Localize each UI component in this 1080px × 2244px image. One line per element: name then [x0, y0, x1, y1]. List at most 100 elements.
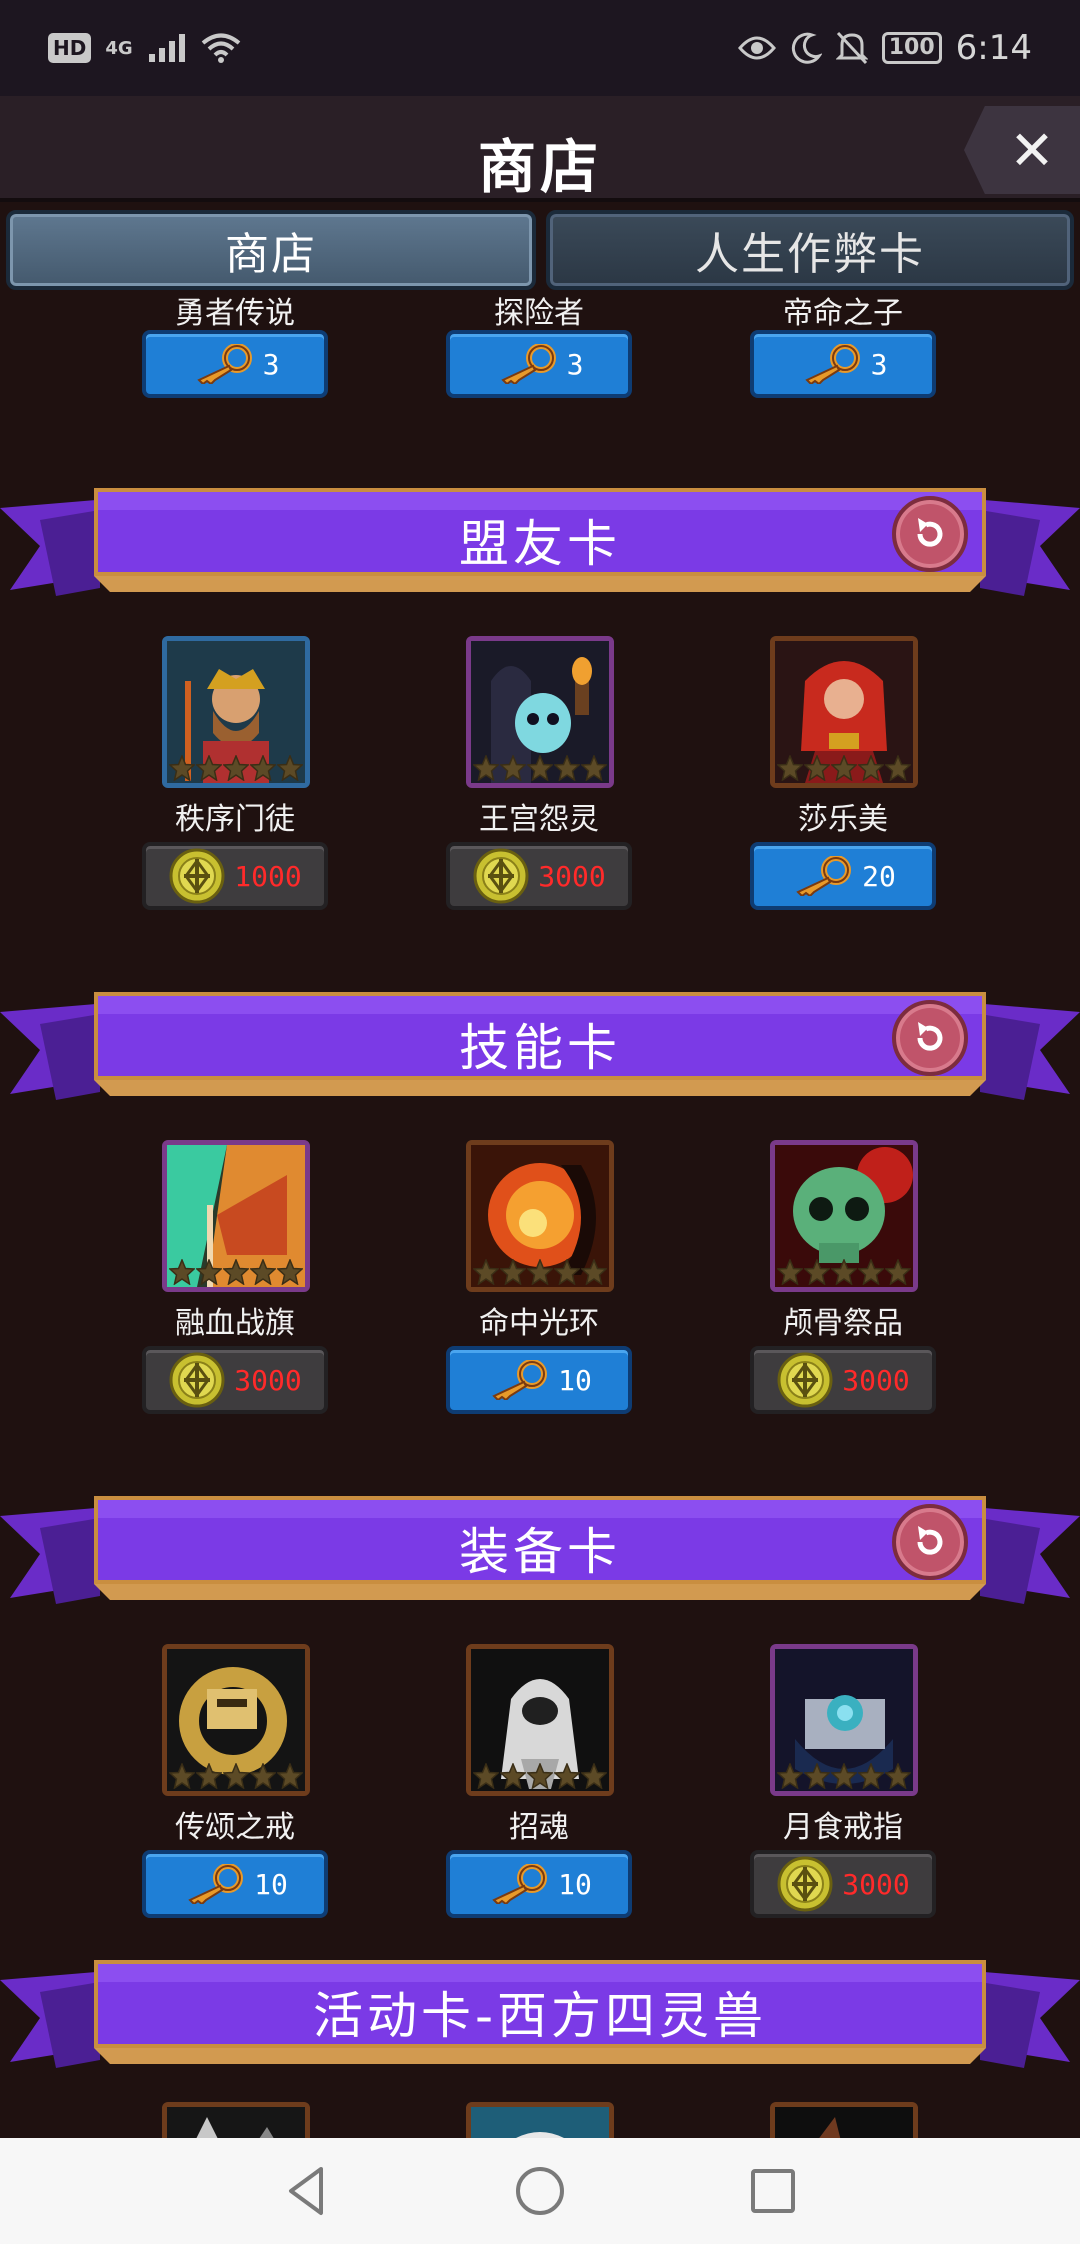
- price-value: 3000: [842, 1867, 910, 1901]
- coin-icon: [169, 1352, 226, 1408]
- card-item[interactable]: 传颂之戒 10: [140, 1644, 330, 1924]
- price-button-coin[interactable]: 3000: [446, 842, 632, 910]
- star-icon: [804, 1259, 830, 1285]
- price-button-key[interactable]: 3: [750, 330, 936, 398]
- price-button-coin[interactable]: 3000: [142, 1346, 328, 1414]
- star-icon: [831, 1763, 857, 1789]
- star-icon: [777, 755, 803, 781]
- card-image[interactable]: [466, 2102, 614, 2138]
- card-item[interactable]: 颅骨祭品 3000: [748, 1140, 938, 1420]
- price-button-key[interactable]: 10: [446, 1850, 632, 1918]
- key-icon: [799, 344, 863, 384]
- star-icon: [473, 755, 499, 781]
- star-rating: [473, 1259, 607, 1285]
- section-banner-equipment: 装备卡: [0, 1488, 1080, 1628]
- coin-icon: [777, 1856, 834, 1912]
- star-icon: [581, 1763, 607, 1789]
- recents-icon[interactable]: [743, 2161, 803, 2221]
- refresh-button[interactable]: [892, 1504, 968, 1580]
- card-name: 融血战旗: [175, 1306, 295, 1341]
- refresh-button[interactable]: [892, 1000, 968, 1076]
- price-button-key[interactable]: 10: [446, 1346, 632, 1414]
- coin-icon: [169, 848, 226, 904]
- card-image[interactable]: [770, 2102, 918, 2138]
- back-icon[interactable]: [277, 2161, 337, 2221]
- star-icon: [527, 755, 553, 781]
- star-icon: [196, 1763, 222, 1789]
- star-icon: [169, 1259, 195, 1285]
- star-icon: [500, 755, 526, 781]
- card-item[interactable]: 月食戒指 3000: [748, 1644, 938, 1924]
- card-name: 王宫怨灵: [479, 802, 599, 837]
- card-name: 探险者: [494, 296, 584, 331]
- card-image: [770, 1140, 918, 1292]
- star-icon: [277, 755, 303, 781]
- star-icon: [581, 1259, 607, 1285]
- tab-life-cheat-card[interactable]: 人生作弊卡: [546, 210, 1074, 290]
- price-button-coin[interactable]: 3000: [750, 1850, 936, 1918]
- star-icon: [169, 1763, 195, 1789]
- star-icon: [527, 1763, 553, 1789]
- card-name: 勇者传说: [175, 296, 295, 331]
- star-icon: [500, 1763, 526, 1789]
- key-icon: [486, 1864, 550, 1904]
- price-value: 3: [262, 347, 280, 381]
- card-item[interactable]: 命中光环 10: [444, 1140, 634, 1420]
- price-button-key[interactable]: 3: [446, 330, 632, 398]
- close-button[interactable]: ✕: [964, 106, 1080, 194]
- price-value: 1000: [234, 859, 302, 893]
- eye-icon: [737, 36, 776, 60]
- page-title: 商店: [477, 133, 602, 201]
- card-item[interactable]: 王宫怨灵 3000: [444, 636, 634, 916]
- star-rating: [473, 755, 607, 781]
- shop-content[interactable]: 勇者传说 探险者 帝命之子 3 3 3 盟友卡 秩序门徒 1000 王宫怨灵 3…: [0, 296, 1080, 2138]
- price-button-key[interactable]: 20: [750, 842, 936, 910]
- price-value: 3: [870, 347, 888, 381]
- price-button-key[interactable]: 3: [142, 330, 328, 398]
- star-rating: [169, 1763, 303, 1789]
- card-image[interactable]: [162, 2102, 310, 2138]
- star-icon: [804, 755, 830, 781]
- refresh-button[interactable]: [892, 496, 968, 572]
- card-image: [162, 636, 310, 788]
- hd-indicator: HD: [48, 33, 92, 63]
- star-rating: [169, 755, 303, 781]
- price-button-key[interactable]: 10: [142, 1850, 328, 1918]
- tab-shop[interactable]: 商店: [6, 210, 536, 290]
- card-image: [466, 1140, 614, 1292]
- tab-bar: 商店 人生作弊卡: [0, 206, 1080, 296]
- card-item[interactable]: 莎乐美 20: [748, 636, 938, 916]
- refresh-icon: [908, 1016, 952, 1060]
- close-icon: ✕: [1009, 118, 1055, 182]
- star-icon: [196, 755, 222, 781]
- card-image: [162, 1644, 310, 1796]
- home-icon[interactable]: [510, 2161, 570, 2221]
- star-icon: [777, 1259, 803, 1285]
- card-item[interactable]: 融血战旗 3000: [140, 1140, 330, 1420]
- star-icon: [473, 1763, 499, 1789]
- card-name: 月食戒指: [783, 1810, 903, 1845]
- price-button-coin[interactable]: 1000: [142, 842, 328, 910]
- star-icon: [277, 1259, 303, 1285]
- card-item[interactable]: 招魂 10: [444, 1644, 634, 1924]
- price-button-coin[interactable]: 3000: [750, 1346, 936, 1414]
- moon-icon: [791, 32, 822, 64]
- network-type: 4G: [105, 37, 133, 59]
- card-item[interactable]: 秩序门徒 1000: [140, 636, 330, 916]
- price-value: 3000: [538, 859, 606, 893]
- star-icon: [473, 1259, 499, 1285]
- title-bar: 商店 ✕: [0, 96, 1080, 202]
- star-icon: [858, 755, 884, 781]
- card-name: 招魂: [509, 1810, 569, 1845]
- system-nav-bar: [0, 2138, 1080, 2244]
- card-name: 命中光环: [479, 1306, 599, 1341]
- card-image: [770, 1644, 918, 1796]
- price-value: 10: [558, 1867, 592, 1901]
- star-icon: [554, 1763, 580, 1789]
- price-value: 3000: [842, 1363, 910, 1397]
- card-name: 颅骨祭品: [783, 1306, 903, 1341]
- star-icon: [858, 1259, 884, 1285]
- key-icon: [486, 1360, 550, 1400]
- key-icon: [790, 856, 854, 896]
- price-value: 10: [558, 1363, 592, 1397]
